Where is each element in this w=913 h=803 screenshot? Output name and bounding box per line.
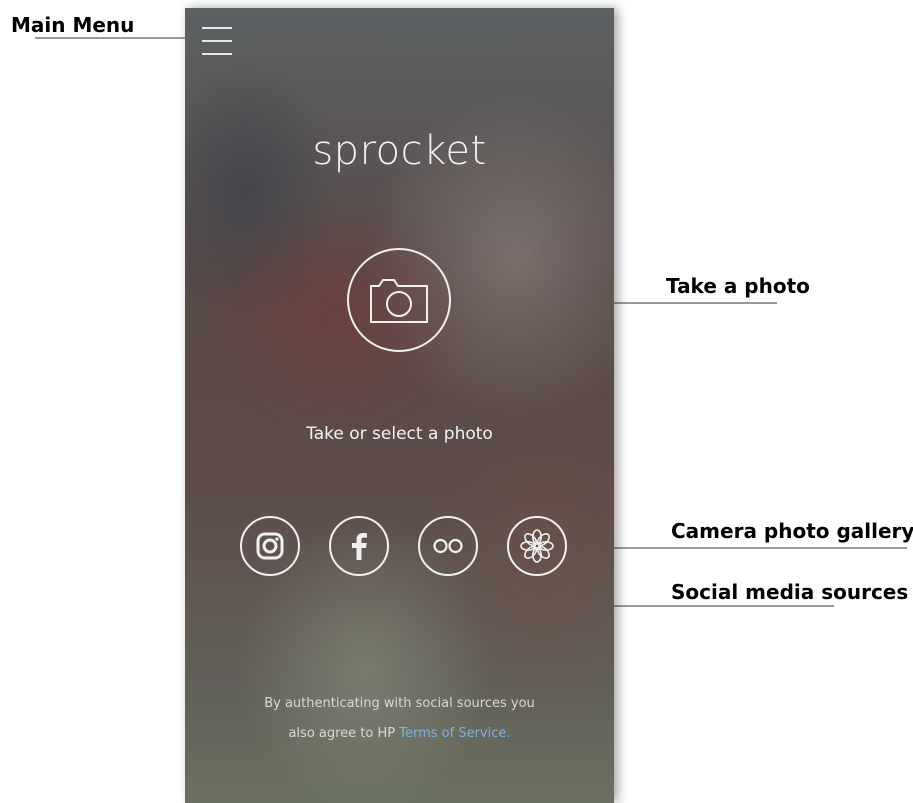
take-photo-button[interactable] (347, 248, 451, 352)
main-menu-callout: Main Menu (11, 13, 135, 37)
facebook-button[interactable] (329, 516, 389, 576)
instagram-icon (256, 532, 284, 560)
legal-text-line2: also agree to HP Terms of Service. (185, 726, 614, 741)
camera-gallery-callout-line (580, 547, 907, 549)
main-menu-callout-line (35, 37, 195, 39)
flower-gallery-icon (520, 529, 554, 563)
hamburger-icon[interactable] (202, 27, 232, 57)
menu-bar-top (202, 27, 232, 29)
camera-gallery-button[interactable] (507, 516, 567, 576)
menu-bar-bottom (202, 53, 232, 55)
take-photo-callout: Take a photo (666, 274, 810, 298)
terms-of-service-link[interactable]: Terms of Service. (399, 726, 510, 741)
camera-gallery-callout: Camera photo gallery (671, 519, 913, 543)
instagram-button[interactable] (240, 516, 300, 576)
facebook-icon (352, 533, 367, 560)
app-logo: sprocket (312, 128, 487, 174)
flickr-button[interactable] (418, 516, 478, 576)
camera-icon (370, 279, 428, 323)
phone-screen: sprocket Take or select a photo By authe… (185, 8, 614, 803)
legal-text-line1: By authenticating with social sources yo… (264, 696, 535, 711)
flickr-icon (433, 538, 463, 554)
photo-prompt: Take or select a photo (306, 424, 493, 444)
social-sources-callout: Social media sources (671, 580, 909, 604)
legal-text-prefix: also agree to HP (288, 726, 400, 741)
menu-bar-middle (202, 40, 232, 42)
